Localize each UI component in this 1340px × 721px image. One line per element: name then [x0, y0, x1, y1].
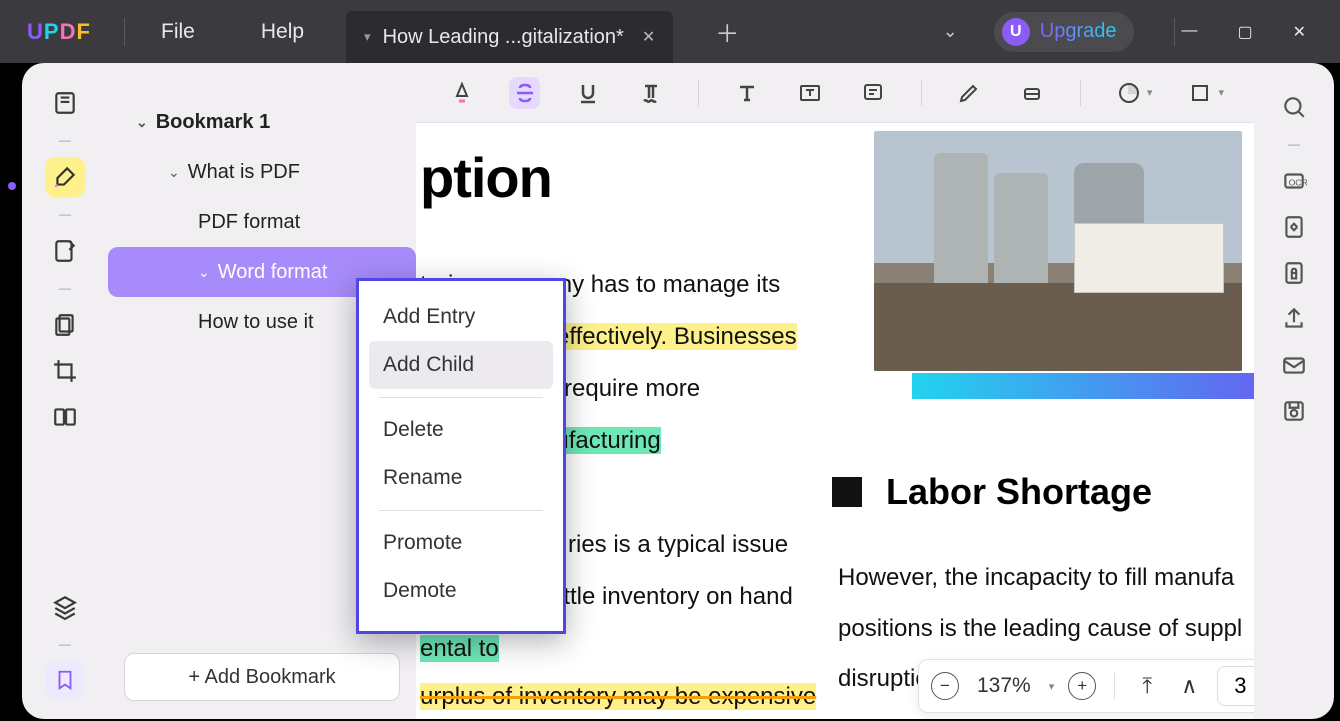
bookmark-label: What is PDF [188, 161, 300, 184]
menu-file[interactable]: File [161, 20, 195, 44]
zoom-out-button[interactable]: − [931, 672, 959, 700]
convert-icon[interactable] [1274, 207, 1314, 247]
right-rail: — OCR [1254, 63, 1334, 719]
email-icon[interactable] [1274, 345, 1314, 385]
ctx-demote[interactable]: Demote [369, 567, 553, 615]
window-close-icon[interactable]: ✕ [1293, 22, 1306, 42]
upgrade-label: Upgrade [1040, 20, 1117, 43]
title-bar: UPDF File Help ▾ How Leading ...gitaliza… [0, 0, 1340, 63]
body-text: ries is a typical issue [568, 519, 788, 571]
underline-tool-icon[interactable] [572, 77, 603, 109]
zoom-in-button[interactable]: + [1068, 672, 1096, 700]
eraser-tool-icon[interactable] [1017, 77, 1048, 109]
strikethrough-tool-icon[interactable] [509, 77, 540, 109]
window-maximize-icon[interactable]: ▢ [1237, 22, 1252, 42]
bookmark-item[interactable]: PDF format [108, 197, 416, 247]
left-rail: — — — — [22, 63, 108, 719]
thumbnails-icon[interactable] [45, 83, 85, 123]
ctx-promote[interactable]: Promote [369, 519, 553, 567]
add-bookmark-button[interactable]: + Add Bookmark [124, 653, 400, 701]
annotation-toolbar: ▾ ▾ [416, 63, 1254, 123]
body-text: ittle inventory on hand [558, 571, 793, 623]
edit-text-icon[interactable] [45, 231, 85, 271]
tab-dropdown-icon[interactable]: ▾ [364, 29, 371, 45]
note-tool-icon[interactable] [858, 77, 889, 109]
crop-icon[interactable] [45, 351, 85, 391]
document-image [874, 131, 1242, 371]
shape-tool[interactable]: ▾ [1184, 77, 1224, 109]
ctx-delete[interactable]: Delete [369, 406, 553, 454]
bookmark-label: How to use it [198, 311, 314, 334]
page-indicator[interactable]: 3 / 16 [1217, 666, 1254, 706]
highlighter-tool-icon[interactable] [45, 157, 85, 197]
document-tab[interactable]: ▾ How Leading ...gitalization* ✕ [346, 11, 673, 63]
highlight-tool-icon[interactable] [446, 77, 477, 109]
body-text: require more [564, 363, 700, 415]
window-minimize-icon[interactable]: — [1181, 22, 1197, 42]
bookmarks-panel-icon[interactable] [46, 661, 84, 699]
first-page-button[interactable]: ⤒ [1133, 672, 1161, 700]
save-icon[interactable] [1274, 391, 1314, 431]
chevron-down-icon: ▾ [1147, 86, 1153, 99]
current-page: 3 [1234, 673, 1246, 699]
tab-title: How Leading ...gitalization* [383, 26, 624, 49]
svg-text:OCR: OCR [1289, 177, 1307, 187]
bookmark-context-menu: Add Entry Add Child Delete Rename Promot… [356, 278, 566, 634]
bookmark-root[interactable]: ⌄ Bookmark 1 [108, 97, 416, 147]
chevron-down-icon: ⌄ [136, 114, 148, 131]
textbox-tool-icon[interactable] [795, 77, 826, 109]
share-icon[interactable] [1274, 299, 1314, 339]
ctx-add-entry[interactable]: Add Entry [369, 293, 553, 341]
text-tool-icon[interactable] [731, 77, 762, 109]
layers-icon[interactable] [45, 587, 85, 627]
body-text: urplus of inventory may be expensive [420, 671, 816, 719]
app-logo: UPDF [0, 19, 118, 45]
compare-icon[interactable] [45, 397, 85, 437]
page-footer-bar: − 137% ▾ + ⤒ ∧ 3 / 16 ∨ ⤓ ✕ [918, 659, 1254, 713]
main-menu: File Help [131, 20, 304, 44]
ctx-rename[interactable]: Rename [369, 454, 553, 502]
sticker-tool[interactable]: ▾ [1113, 77, 1153, 109]
body-text: However, the incapacity to fill manufa [838, 553, 1254, 603]
upgrade-button[interactable]: U Upgrade [994, 12, 1135, 52]
ctx-add-child[interactable]: Add Child [369, 341, 553, 389]
squiggly-tool-icon[interactable] [635, 77, 666, 109]
workspace: — — — — ⌄ Bookmark 1 ⌄ What is PDF PDF for… [22, 63, 1334, 719]
window-list-dropdown[interactable]: ⌄ [943, 21, 958, 42]
pencil-tool-icon[interactable] [954, 77, 985, 109]
new-tab-button[interactable]: ＋ [715, 14, 739, 49]
search-icon[interactable] [1274, 87, 1314, 127]
rail-indicator-dot [8, 182, 16, 190]
bookmark-label: Word format [218, 261, 328, 284]
heading-text: Labor Shortage [886, 471, 1152, 513]
ocr-icon[interactable]: OCR [1274, 161, 1314, 201]
page-heading: ption [420, 145, 552, 210]
bookmark-label: PDF format [198, 211, 300, 234]
bookmark-label: Bookmark 1 [156, 111, 271, 134]
body-text: positions is the leading cause of suppl [838, 603, 1254, 655]
body-text: effectively. Businesses [556, 311, 797, 363]
pages-icon[interactable] [45, 305, 85, 345]
chevron-down-icon: ▾ [1218, 86, 1224, 99]
section-heading: Labor Shortage [832, 471, 1152, 513]
image-accent-bar [912, 373, 1254, 399]
bullet-square-icon [832, 477, 862, 507]
prev-page-button[interactable]: ∧ [1175, 672, 1203, 700]
zoom-dropdown-icon[interactable]: ▾ [1049, 680, 1055, 693]
upgrade-badge-icon: U [1002, 18, 1030, 46]
bookmark-item[interactable]: ⌄ What is PDF [108, 147, 416, 197]
menu-help[interactable]: Help [261, 20, 304, 44]
zoom-level[interactable]: 137% [973, 674, 1035, 698]
chevron-down-icon: ⌄ [198, 264, 210, 281]
tab-close-icon[interactable]: ✕ [642, 27, 655, 47]
chevron-down-icon: ⌄ [168, 164, 180, 181]
protect-icon[interactable] [1274, 253, 1314, 293]
